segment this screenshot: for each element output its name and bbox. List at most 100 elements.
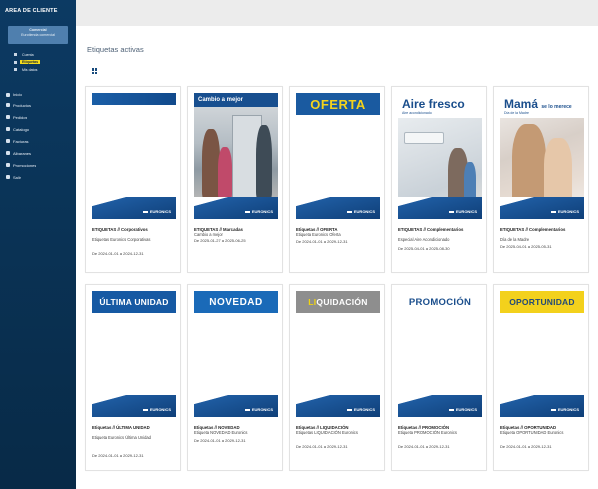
account-link-label: Cuenta	[22, 52, 34, 57]
sidebar-item-label: Inicio	[13, 92, 23, 97]
sidebar-item-albaranes[interactable]: Albaranes	[0, 147, 76, 159]
label-dates: De 2024-01-01 a 2029-12-31	[92, 453, 144, 458]
home-icon	[6, 92, 10, 97]
label-description: Etiqueta NOVEDAD Euronics	[194, 430, 248, 435]
label-description: Día de la Madre	[500, 237, 530, 242]
account-link-datos[interactable]: Mis datos	[14, 66, 70, 73]
euronics-logo: EURONICS	[551, 407, 579, 412]
child-figure	[544, 138, 572, 204]
euronics-logo: EURONICS	[143, 407, 171, 412]
settings-icon	[14, 68, 17, 71]
label-dates: De 2024-01-01 a 2029-12-31	[194, 438, 246, 443]
label-card[interactable]: Mamá se lo merece Día de la Madre EURONI…	[493, 86, 589, 273]
user-company: Eurotienda comercial	[21, 33, 55, 37]
footer-band: EURONICS	[194, 197, 278, 219]
account-link-cuenta[interactable]: Cuenta	[14, 51, 70, 58]
sidebar-item-label: Productos	[13, 102, 32, 108]
label-thumbnail: Aire fresco Aire acondicionado EURONICS	[398, 93, 482, 219]
label-banner: PROMOCIÓN	[398, 291, 482, 313]
label-thumbnail: PROMOCIÓN EURONICS	[398, 291, 482, 417]
banner-subtext: Día de la Madre	[504, 111, 529, 115]
sidebar-item-inicio[interactable]: Inicio	[0, 90, 76, 99]
label-dates: De 2024-01-01 a 2029-12-31	[296, 444, 348, 449]
grid-view-icon[interactable]	[92, 68, 98, 74]
label-card[interactable]: PROMOCIÓN EURONICS Etiquetas // PROMOCIÓ…	[391, 284, 487, 471]
banner-text-highlight: LI	[308, 297, 317, 307]
label-banner: OFERTA	[296, 93, 380, 115]
label-description: Etiqueta OPORTUNIDAD Euronics	[500, 430, 564, 435]
label-dates: De 2024-01-01 a 2029-12-31	[296, 239, 348, 244]
banner-subtext: Aire acondicionado	[402, 111, 432, 115]
user-box[interactable]: Comercial Eurotienda comercial	[8, 26, 68, 44]
footer-band: EURONICS	[398, 395, 482, 417]
banner-small: se lo merece	[541, 104, 572, 110]
euronics-logo: EURONICS	[245, 407, 273, 412]
euronics-logo: EURONICS	[347, 209, 375, 214]
footer-band: EURONICS	[296, 197, 380, 219]
label-card[interactable]: Aire fresco Aire acondicionado EURONICS …	[391, 86, 487, 273]
sidebar-item-facturas[interactable]: Facturas	[0, 135, 76, 147]
label-banner: LI QUIDACIÓN	[296, 291, 380, 313]
tag-icon	[14, 60, 17, 64]
label-card[interactable]: LI QUIDACIÓN EURONICS Etiquetas // LIQUID…	[289, 284, 385, 471]
book-icon	[6, 127, 10, 131]
sidebar-item-label: Salir	[13, 174, 22, 180]
sidebar-item-catalogo[interactable]: Catalogo	[0, 123, 76, 135]
euronics-logo: EURONICS	[143, 209, 171, 214]
label-card[interactable]: ÚLTIMA UNIDAD EURONICS Etiquetas // ÚLTI…	[85, 284, 181, 471]
footer-band: EURONICS	[92, 197, 176, 219]
doc-icon	[6, 139, 10, 143]
label-dates: De 2024-01-01 a 2029-12-31	[500, 444, 552, 449]
sidebar-item-promociones[interactable]: Promociones	[0, 159, 76, 171]
exit-icon	[6, 175, 10, 179]
euronics-logo: EURONICS	[551, 209, 579, 214]
account-link-etiquetas[interactable]: Etiquetas	[14, 59, 70, 66]
list-icon	[6, 151, 10, 155]
sidebar: ÁREA DE CLIENTE Comercial Eurotienda com…	[0, 0, 76, 489]
tag-icon	[6, 163, 10, 167]
label-banner: Cambio a mejor	[194, 93, 278, 107]
label-card[interactable]: OFERTA EURONICS Etiquetas // OFERTA Etiq…	[289, 86, 385, 273]
sidebar-nav: Inicio Productos Pedidos Catalogo Factur…	[0, 90, 76, 183]
sidebar-item-label: Facturas	[13, 138, 29, 144]
account-links: Cuenta Etiquetas Mis datos	[14, 51, 70, 74]
sidebar-item-salir[interactable]: Salir	[0, 171, 76, 183]
banner-text: Cambio a mejor	[198, 97, 244, 103]
label-card[interactable]: Cambio a mejor EURONICS ETIQUETAS // Mar…	[187, 86, 283, 273]
label-title: ETIQUETAS // Corporativos	[92, 227, 148, 232]
label-dates: De 2025-04-01 a 2025-05-31	[500, 244, 552, 249]
sidebar-item-pedidos[interactable]: Pedidos	[0, 111, 76, 123]
ac-unit-shape	[404, 132, 444, 144]
label-dates: De 2025-04-01 a 2025-08-30	[398, 246, 450, 251]
footer-band: EURONICS	[500, 395, 584, 417]
account-link-label: Etiquetas	[20, 60, 41, 64]
sidebar-item-productos[interactable]: Productos	[0, 99, 76, 111]
label-title: Etiquetas // ÚLTIMA UNIDAD	[92, 425, 150, 430]
label-thumbnail: Cambio a mejor EURONICS	[194, 93, 278, 219]
footer-band: EURONICS	[194, 395, 278, 417]
label-banner: Mamá se lo merece Día de la Madre	[504, 97, 582, 115]
label-card[interactable]: OPORTUNIDAD EURONICS Etiquetas // OPORTU…	[493, 284, 589, 471]
label-thumbnail: Mamá se lo merece Día de la Madre EURONI…	[500, 93, 584, 219]
footer-band: EURONICS	[92, 395, 176, 417]
label-card[interactable]: EURONICS ETIQUETAS // Corporativos Etiqu…	[85, 86, 181, 273]
brand-title: ÁREA DE CLIENTE	[5, 8, 58, 14]
label-thumbnail: LI QUIDACIÓN EURONICS	[296, 291, 380, 417]
label-banner	[92, 93, 176, 105]
label-thumbnail: ÚLTIMA UNIDAD EURONICS	[92, 291, 176, 417]
banner-text: Mamá se lo merece	[504, 97, 582, 111]
label-description: Especial Aire Acondicionado	[398, 237, 450, 242]
label-dates: De 2024-01-01 a 2024-12-31	[92, 251, 144, 256]
label-card[interactable]: NOVEDAD EURONICS Etiquetas // NOVEDAD Et…	[187, 284, 283, 471]
label-description: Etiqueta Euronics Última Unidad	[92, 435, 151, 440]
banner-text: QUIDACIÓN	[316, 297, 368, 307]
sidebar-item-label: Pedidos	[13, 114, 28, 120]
box-icon	[6, 103, 10, 107]
label-banner: OPORTUNIDAD	[500, 291, 584, 313]
cart-icon	[6, 115, 10, 119]
euronics-logo: EURONICS	[449, 407, 477, 412]
label-title: ETIQUETAS // Complementarios	[398, 227, 464, 232]
user-icon	[14, 53, 17, 56]
label-banner: Aire fresco Aire acondicionado	[402, 97, 480, 115]
label-thumbnail: NOVEDAD EURONICS	[194, 291, 278, 417]
